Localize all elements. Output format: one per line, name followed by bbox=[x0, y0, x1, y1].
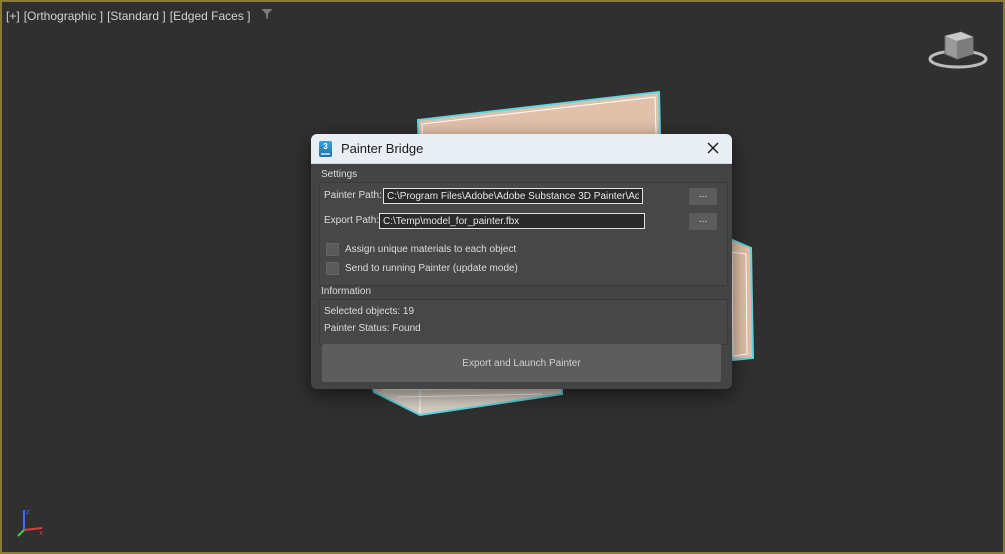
selected-objects-text: Selected objects: 19 bbox=[324, 306, 415, 317]
svg-text:x: x bbox=[39, 529, 43, 537]
dialog-titlebar[interactable]: 3 Painter Bridge bbox=[311, 134, 732, 164]
export-launch-button[interactable]: Export and Launch Painter bbox=[322, 344, 721, 382]
information-group: Information Selected objects: 19 Painter… bbox=[319, 286, 728, 345]
settings-group-box: Painter Path: ... Export Path: ... Assig… bbox=[319, 182, 728, 286]
unique-materials-label: Assign unique materials to each object bbox=[345, 244, 517, 255]
settings-group: Settings Painter Path: ... Export Path: … bbox=[319, 169, 728, 286]
painter-path-input[interactable] bbox=[383, 188, 643, 204]
painter-path-browse-button[interactable]: ... bbox=[689, 188, 717, 205]
viewport[interactable]: [+] [Orthographic ] [Standard ] [Edged F… bbox=[0, 0, 1005, 554]
settings-group-title: Settings bbox=[321, 169, 358, 180]
close-icon bbox=[707, 142, 719, 154]
app-3dsmax-icon: 3 bbox=[319, 140, 332, 157]
update-mode-checkbox[interactable] bbox=[326, 262, 339, 275]
dialog-title: Painter Bridge bbox=[341, 141, 424, 156]
viewcube-icon[interactable] bbox=[927, 26, 989, 72]
information-group-title: Information bbox=[321, 286, 372, 297]
information-group-box: Selected objects: 19 Painter Status: Fou… bbox=[319, 299, 728, 345]
update-mode-label: Send to running Painter (update mode) bbox=[345, 263, 518, 274]
close-button[interactable] bbox=[702, 138, 724, 158]
axis-tripod-icon: z x bbox=[17, 508, 43, 537]
export-path-browse-button[interactable]: ... bbox=[689, 213, 717, 230]
unique-materials-checkbox-row[interactable]: Assign unique materials to each object bbox=[326, 243, 516, 256]
update-mode-checkbox-row[interactable]: Send to running Painter (update mode) bbox=[326, 262, 518, 275]
painter-status-text: Painter Status: Found bbox=[324, 323, 421, 334]
unique-materials-checkbox[interactable] bbox=[326, 243, 339, 256]
export-path-input[interactable] bbox=[379, 213, 645, 229]
painter-path-label: Painter Path: bbox=[324, 190, 382, 201]
export-path-label: Export Path: bbox=[324, 215, 380, 226]
svg-text:z: z bbox=[26, 508, 30, 516]
